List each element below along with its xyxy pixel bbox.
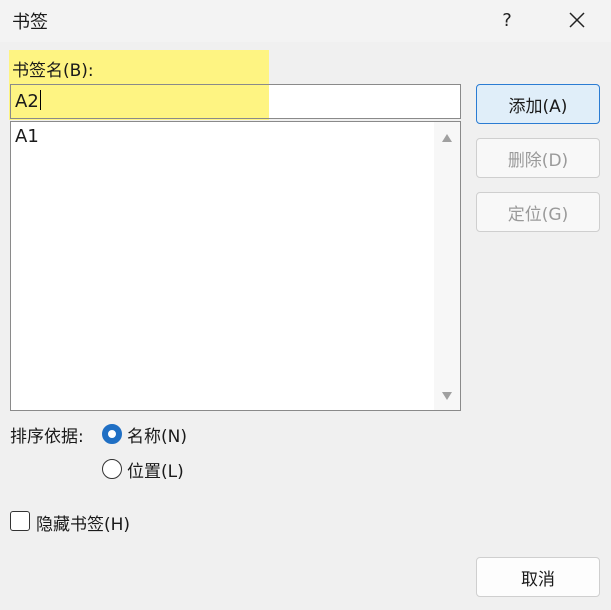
sort-by-name-radio[interactable] (102, 424, 122, 444)
delete-button-label: 删除(D) (507, 150, 569, 171)
close-icon (569, 12, 585, 28)
text-caret (39, 90, 41, 110)
cancel-button[interactable]: 取消 (476, 557, 600, 597)
dialog-title: 书签 (12, 12, 48, 33)
delete-button[interactable]: 删除(D) (476, 138, 600, 178)
bookmark-name-value: A2 (15, 90, 41, 112)
sort-by-location-label[interactable]: 位置(L) (127, 457, 184, 482)
bookmark-name-label: 书签名(B): (12, 61, 94, 81)
help-button[interactable]: ? (488, 0, 526, 40)
add-button-label: 添加(A) (508, 96, 568, 117)
goto-button[interactable]: 定位(G) (476, 192, 600, 232)
list-item[interactable]: A1 (15, 126, 39, 147)
bookmark-list[interactable]: A1 (10, 121, 461, 411)
cancel-button-label: 取消 (521, 569, 555, 590)
hidden-bookmarks-checkbox[interactable] (10, 511, 30, 531)
sort-by-name-label[interactable]: 名称(N) (127, 422, 187, 447)
close-button[interactable] (554, 0, 600, 40)
help-label: ? (502, 9, 512, 31)
sort-by-label: 排序依据: (10, 427, 84, 447)
sort-by-location-radio[interactable] (102, 459, 122, 479)
input-background (269, 85, 460, 118)
scroll-down-arrow-icon[interactable] (442, 392, 452, 400)
hidden-bookmarks-label[interactable]: 隐藏书签(H) (36, 510, 130, 535)
scroll-up-arrow-icon[interactable] (442, 134, 452, 142)
add-button[interactable]: 添加(A) (476, 84, 600, 124)
goto-button-label: 定位(G) (507, 204, 569, 225)
bookmark-name-input[interactable]: A2 (10, 84, 461, 119)
title-bar: 书签 ? (0, 0, 611, 42)
list-scrollbar[interactable] (434, 122, 460, 410)
